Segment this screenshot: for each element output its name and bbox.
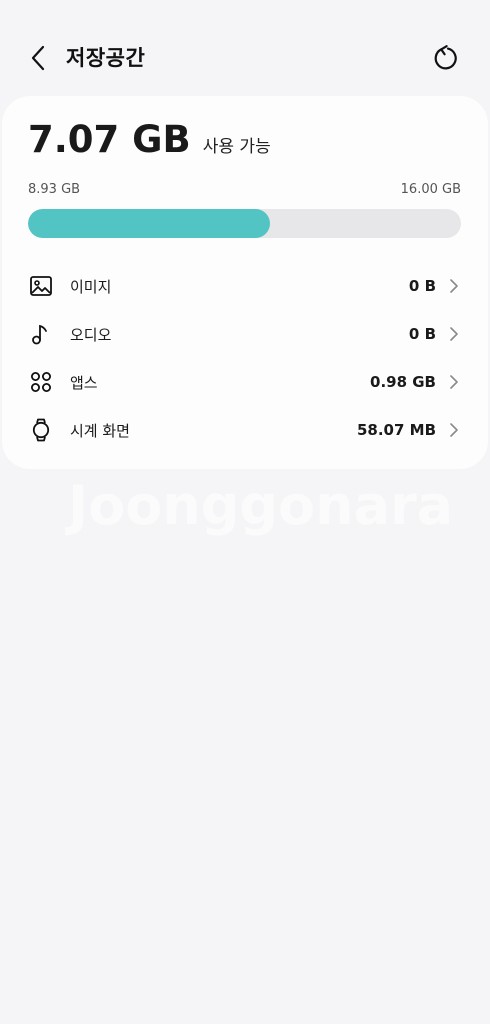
row-label: 이미지 (70, 277, 112, 296)
row-value: 0 B (408, 325, 436, 343)
storage-row-audio[interactable]: 오디오 0 B (2, 310, 488, 358)
storage-progress-fill (28, 209, 270, 238)
chevron-right-icon (448, 278, 460, 294)
chevron-right-icon (448, 374, 460, 390)
page-title: 저장공간 (66, 46, 146, 70)
used-storage-label: 8.93 GB (28, 182, 81, 197)
total-storage-label: 16.00 GB (400, 182, 461, 197)
apps-icon (28, 369, 54, 395)
storage-progress-bar (28, 209, 461, 238)
storage-row-watch-faces[interactable]: 시계 화면 58.07 MB (2, 406, 488, 454)
storage-row-images[interactable]: 이미지 0 B (2, 262, 488, 310)
row-label: 오디오 (70, 325, 112, 344)
row-label: 시계 화면 (70, 421, 130, 440)
image-icon (28, 273, 54, 299)
chevron-right-icon (448, 326, 460, 342)
available-label: 사용 가능 (202, 137, 271, 157)
available-value: 7.07 GB (28, 118, 191, 161)
available-summary: 7.07 GB 사용 가능 (28, 118, 271, 161)
row-value: 0.98 GB (370, 373, 436, 391)
row-value: 0 B (408, 277, 436, 295)
row-label: 앱스 (70, 373, 98, 392)
storage-row-apps[interactable]: 앱스 0.98 GB (2, 358, 488, 406)
storage-card: 7.07 GB 사용 가능 8.93 GB 16.00 GB 이미지 0 B 오… (2, 96, 488, 469)
storage-category-list: 이미지 0 B 오디오 0 B 앱스 0.98 GB 시계 화면 58.07 M… (2, 262, 488, 454)
refresh-button[interactable] (426, 38, 466, 78)
back-button[interactable] (22, 40, 54, 76)
watch-icon (28, 417, 54, 443)
music-note-icon (28, 321, 54, 347)
row-value: 58.07 MB (356, 421, 436, 439)
refresh-icon (434, 45, 457, 70)
chevron-left-icon (31, 45, 45, 71)
chevron-right-icon (448, 422, 460, 438)
watermark: Joonggonara (68, 474, 454, 537)
